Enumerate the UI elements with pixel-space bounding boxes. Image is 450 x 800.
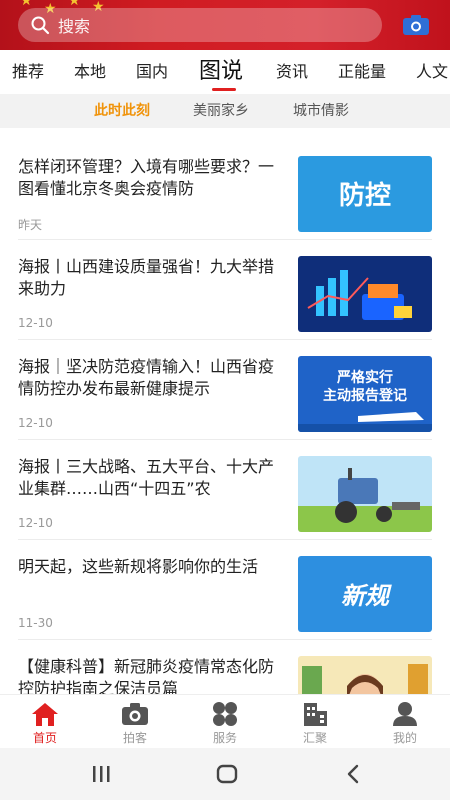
list-item[interactable]: 明天起，这些新规将影响你的生活 11-30 新规 bbox=[0, 540, 450, 640]
article-thumbnail bbox=[298, 656, 432, 694]
article-date: 12-10 bbox=[18, 316, 53, 330]
recent-apps-icon[interactable] bbox=[86, 762, 116, 786]
article-thumbnail bbox=[298, 456, 432, 532]
thumb-caption: 防控 bbox=[339, 181, 391, 211]
bottom-nav: 首页 拍客 服务 汇聚 我的 bbox=[0, 694, 450, 748]
search-input[interactable]: 搜索 bbox=[18, 8, 382, 42]
article-title: 【健康科普】新冠肺炎疫情常态化防控防护指南之保洁员篇 bbox=[18, 657, 275, 694]
article-thumbnail: 防控 bbox=[298, 156, 432, 232]
home-button-icon[interactable] bbox=[212, 762, 242, 786]
tab-humanities[interactable]: 人文 bbox=[416, 50, 448, 94]
article-title: 怎样闭环管理？入境有哪些要求？一图看懂北京冬奥会疫情防 bbox=[18, 157, 275, 198]
back-icon[interactable] bbox=[338, 762, 368, 786]
article-title: 明天起，这些新规将影响你的生活 bbox=[18, 557, 259, 576]
home-icon bbox=[32, 703, 58, 726]
search-placeholder: 搜索 bbox=[58, 17, 91, 36]
article-date: 12-10 bbox=[18, 416, 53, 430]
article-date: 昨天 bbox=[18, 218, 43, 232]
app-root: ★ ★ ★ ★ 搜索 推荐 本地 国内 图说 资讯 正能量 人文 此时此刻 美丽… bbox=[0, 0, 450, 800]
article-date: 11-30 bbox=[18, 616, 53, 630]
article-thumbnail: 新规 bbox=[298, 556, 432, 632]
category-tabs: 推荐 本地 国内 图说 资讯 正能量 人文 bbox=[0, 50, 450, 94]
building-icon bbox=[304, 703, 327, 726]
subtab-this-moment[interactable]: 此时此刻 bbox=[94, 94, 150, 128]
nav-home[interactable]: 首页 bbox=[0, 695, 90, 749]
nav-paike[interactable]: 拍客 bbox=[90, 695, 180, 749]
article-thumbnail bbox=[298, 256, 432, 332]
article-feed: 怎样闭环管理？入境有哪些要求？一图看懂北京冬奥会疫情防 昨天 防控 海报丨山西建… bbox=[0, 140, 450, 694]
list-item[interactable]: 海报丨山西建设质量强省！九大举措来助力 12-10 bbox=[0, 240, 450, 340]
nav-label: 首页 bbox=[32, 731, 57, 745]
svg-text:主动报告登记: 主动报告登记 bbox=[323, 387, 407, 404]
nav-label: 拍客 bbox=[122, 731, 147, 745]
nav-label: 汇聚 bbox=[302, 731, 327, 745]
tab-local[interactable]: 本地 bbox=[74, 50, 106, 94]
star-decoration-icon: ★ bbox=[20, 0, 33, 9]
header-bar: ★ ★ ★ ★ 搜索 bbox=[0, 0, 450, 50]
article-title: 海报｜坚决防范疫情输入！山西省疫情防控办发布最新健康提示 bbox=[18, 357, 275, 398]
thumb-caption: 新规 bbox=[341, 582, 392, 610]
nav-label: 我的 bbox=[392, 731, 417, 745]
grid-icon bbox=[213, 702, 237, 726]
svg-text:严格实行: 严格实行 bbox=[336, 369, 393, 386]
list-item[interactable]: 怎样闭环管理？入境有哪些要求？一图看懂北京冬奥会疫情防 昨天 防控 bbox=[0, 140, 450, 240]
search-icon bbox=[31, 16, 50, 35]
nav-label: 服务 bbox=[212, 731, 237, 745]
list-item[interactable]: 【健康科普】新冠肺炎疫情常态化防控防护指南之保洁员篇 bbox=[0, 640, 450, 694]
list-item[interactable]: 海报丨三大战略、五大平台、十大产业集群……山西“十四五”农 12-10 bbox=[0, 440, 450, 540]
article-thumbnail: 严格实行 主动报告登记 bbox=[298, 356, 432, 432]
active-tab-indicator bbox=[212, 88, 236, 91]
list-item[interactable]: 海报｜坚决防范疫情输入！山西省疫情防控办发布最新健康提示 12-10 严格实行 … bbox=[0, 340, 450, 440]
nav-services[interactable]: 服务 bbox=[180, 695, 270, 749]
tab-recommend[interactable]: 推荐 bbox=[12, 50, 44, 94]
nav-mine[interactable]: 我的 bbox=[360, 695, 450, 749]
subtab-beautiful-hometown[interactable]: 美丽家乡 bbox=[193, 94, 249, 128]
tab-positive-energy[interactable]: 正能量 bbox=[338, 50, 386, 94]
sub-tabs: 此时此刻 美丽家乡 城市倩影 bbox=[0, 94, 450, 128]
tab-news[interactable]: 资讯 bbox=[276, 50, 308, 94]
camera-icon[interactable] bbox=[402, 13, 430, 37]
system-nav-bar bbox=[0, 748, 450, 800]
tab-domestic[interactable]: 国内 bbox=[136, 50, 168, 94]
article-date: 12-10 bbox=[18, 516, 53, 530]
subtab-city-views[interactable]: 城市倩影 bbox=[293, 94, 349, 128]
nav-huiju[interactable]: 汇聚 bbox=[270, 695, 360, 749]
star-decoration-icon: ★ bbox=[68, 0, 81, 9]
user-icon bbox=[393, 702, 417, 726]
article-title: 海报丨山西建设质量强省！九大举措来助力 bbox=[18, 257, 275, 298]
article-title: 海报丨三大战略、五大平台、十大产业集群……山西“十四五”农 bbox=[18, 457, 275, 498]
camera-icon bbox=[122, 703, 148, 725]
